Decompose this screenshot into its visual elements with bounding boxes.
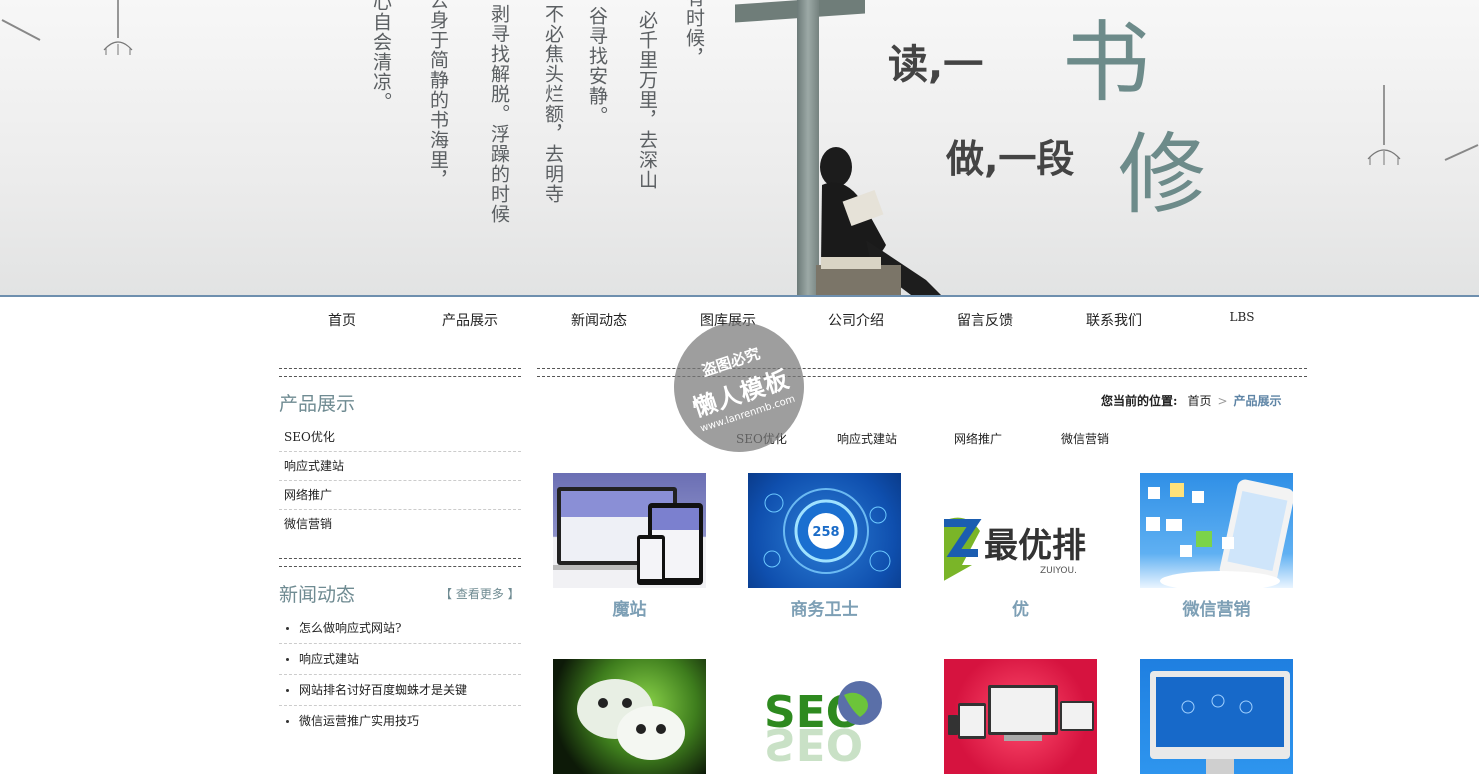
product-card[interactable] (553, 659, 706, 774)
divider (537, 368, 1307, 369)
poem-column: 谷寻找安静。 (586, 6, 608, 126)
news-more-link[interactable]: 【 查看更多 】 (440, 585, 520, 602)
product-thumbnail[interactable]: SEO SEO (748, 659, 901, 774)
nav-lbs[interactable]: LBS (1178, 310, 1306, 324)
phone-apps-image (1146, 479, 1293, 588)
poem-column: 去身于简静的书海里， (427, 0, 449, 190)
devices-mockup-image (553, 487, 703, 585)
poem-column: 必千里万里，去深山 (636, 10, 658, 190)
product-card[interactable] (944, 659, 1097, 774)
product-card[interactable]: SEO SEO (748, 659, 901, 774)
product-thumbnail[interactable] (1140, 473, 1293, 588)
logo-subtext: ZUIYOU. (1040, 566, 1077, 576)
red-devices-image (948, 685, 1094, 741)
brush-stroke-left (1, 19, 41, 41)
nav-news[interactable]: 新闻动态 (535, 310, 663, 330)
news-item[interactable]: 网站排名讨好百度蜘蛛才是关键 (279, 675, 521, 706)
divider (537, 376, 1307, 377)
subnav-promotion[interactable]: 网络推广 (954, 430, 1002, 447)
product-thumbnail[interactable] (553, 473, 706, 588)
product-title[interactable]: 优 (944, 595, 1097, 620)
nav-contact[interactable]: 联系我们 (1050, 310, 1178, 330)
breadcrumb-home[interactable]: 首页 (1187, 394, 1211, 408)
news-item[interactable]: 微信运营推广实用技巧 (279, 706, 521, 736)
imac-screen-image (1150, 671, 1290, 774)
poem-column: 不必焦头烂额，去明寺 (542, 4, 564, 204)
banner-divider (0, 295, 1479, 297)
poem-column: 有时候， (683, 0, 705, 68)
divider (279, 558, 521, 559)
nav-about[interactable]: 公司介绍 (792, 310, 920, 330)
divider (279, 566, 521, 567)
breadcrumb-label: 您当前的位置: (1101, 394, 1178, 408)
sidebar-item-promotion[interactable]: 网络推广 (279, 481, 521, 510)
bullet-icon (286, 720, 289, 723)
products-section-title: 产品展示 (279, 393, 356, 415)
poem-column: 剥寻找解脱。浮躁的时候 (488, 4, 510, 224)
banner-big-char-book: 书 (1062, 11, 1151, 114)
sidebar-item-wechat[interactable]: 微信营销 (279, 510, 521, 538)
nav-products[interactable]: 产品展示 (406, 310, 534, 330)
news-section-title: 新闻动态 (279, 584, 356, 606)
seo-globe-image: SEO SEO (764, 681, 882, 769)
product-thumbnail[interactable]: 最优排 ZUIYOU. (944, 473, 1097, 588)
sidebar-item-seo[interactable]: SEO优化 (279, 423, 521, 452)
product-thumbnail[interactable] (1140, 659, 1293, 774)
news-item[interactable]: 响应式建站 (279, 644, 521, 675)
zuiyou-logo-image: 最优排 ZUIYOU. (944, 517, 1086, 581)
lamp-decoration-left (103, 0, 133, 55)
hero-banner: 心自会清凉。 去身于简静的书海里， 剥寻找解脱。浮躁的时候 不必焦头烂额，去明寺… (0, 0, 1479, 295)
bullet-icon (286, 627, 289, 630)
lamp-decoration-right (1367, 85, 1401, 165)
products-list: SEO优化 响应式建站 网络推广 微信营销 (279, 423, 521, 538)
banner-phrase-read: 读,一 (888, 42, 984, 88)
product-title[interactable]: 微信营销 (1140, 595, 1293, 620)
subnav-wechat[interactable]: 微信营销 (1061, 430, 1109, 447)
bullet-icon (286, 689, 289, 692)
breadcrumb-current[interactable]: 产品展示 (1234, 394, 1282, 408)
brush-stroke-right (1444, 144, 1479, 161)
product-card[interactable] (1140, 659, 1293, 774)
subnav-responsive[interactable]: 响应式建站 (837, 430, 897, 447)
banner-big-char-cultivate: 修 (1118, 123, 1207, 226)
product-card[interactable]: 258 商务卫士 (748, 473, 901, 620)
news-list: 怎么做响应式网站? 响应式建站 网站排名讨好百度蜘蛛才是关键 微信运营推广实用技… (279, 613, 521, 736)
chevron-right-icon: > (1217, 394, 1228, 408)
product-title[interactable]: 商务卫士 (748, 595, 901, 620)
divider (279, 368, 521, 369)
divider (279, 376, 521, 377)
reading-woman-illustration (816, 147, 941, 295)
wechat-bubbles-image (577, 679, 685, 760)
blue-circle-image: 258 (763, 488, 891, 574)
bullet-icon (286, 658, 289, 661)
seo-reflection: SEO (764, 718, 863, 769)
logo-text: 最优排 (984, 526, 1086, 566)
poem-column: 心自会清凉。 (370, 0, 392, 112)
product-title[interactable]: 魔站 (553, 595, 706, 620)
product-thumbnail[interactable] (553, 659, 706, 774)
product-thumbnail[interactable] (944, 659, 1097, 774)
product-thumbnail[interactable]: 258 (748, 473, 901, 588)
breadcrumb: 您当前的位置: 首页 > 产品展示 (1101, 392, 1282, 409)
news-item[interactable]: 怎么做响应式网站? (279, 613, 521, 644)
product-card[interactable]: 微信营销 (1140, 473, 1293, 620)
product-card[interactable]: 魔站 (553, 473, 706, 620)
banner-phrase-do: 做,一段 (946, 137, 1075, 181)
sidebar-item-responsive[interactable]: 响应式建站 (279, 452, 521, 481)
nav-home[interactable]: 首页 (278, 310, 406, 330)
main-nav: 首页 产品展示 新闻动态 图库展示 公司介绍 留言反馈 联系我们 LBS (278, 310, 1308, 334)
product-card[interactable]: 最优排 ZUIYOU. 优 (944, 473, 1097, 620)
circle-number: 258 (812, 525, 839, 540)
nav-feedback[interactable]: 留言反馈 (921, 310, 1049, 330)
